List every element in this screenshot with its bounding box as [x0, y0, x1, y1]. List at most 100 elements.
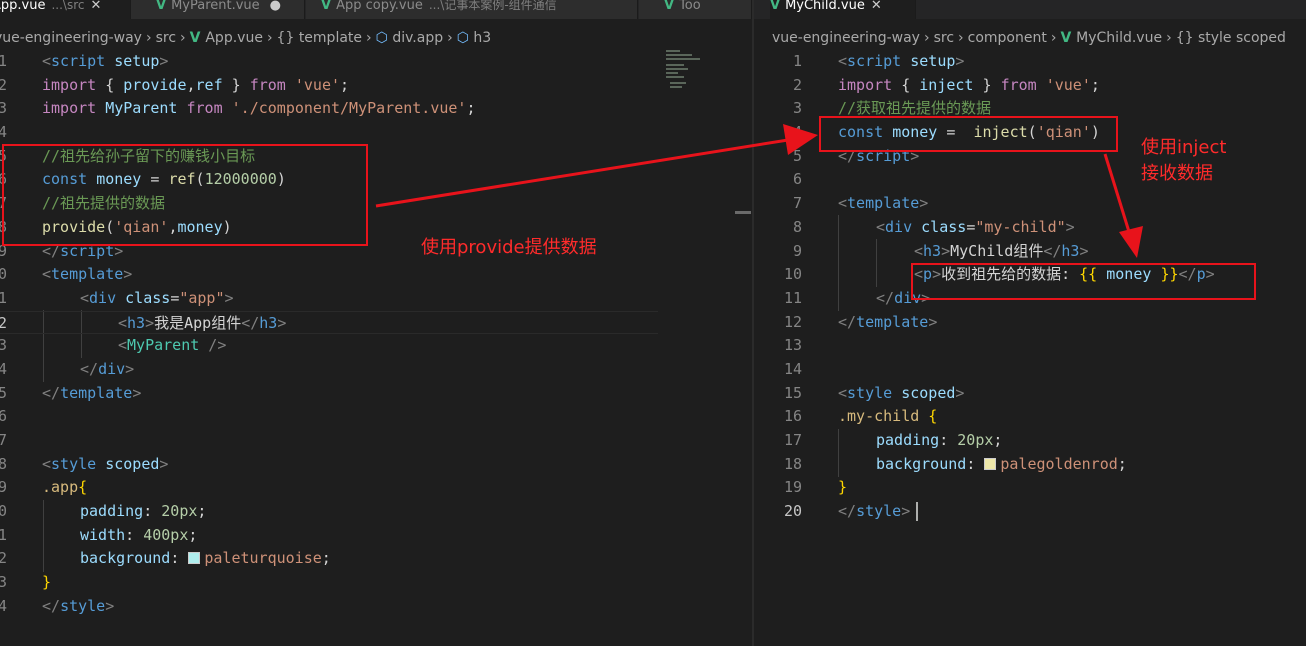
- token: >: [125, 359, 135, 378]
- color-swatch[interactable]: [984, 457, 997, 470]
- token: "app": [179, 288, 225, 307]
- breadcrumb-item[interactable]: div.app: [392, 30, 443, 46]
- token: >: [941, 241, 951, 260]
- vue-file-icon: V: [664, 0, 675, 13]
- token: import: [838, 75, 893, 94]
- breadcrumb-item[interactable]: src: [156, 30, 176, 46]
- breadcrumb-item[interactable]: h3: [473, 30, 491, 46]
- tab-overflow[interactable]: V Too: [639, 0, 752, 19]
- token: from: [1000, 75, 1037, 94]
- token: ,: [186, 75, 196, 94]
- token: 20px: [161, 502, 198, 521]
- minimap-line: [666, 68, 688, 70]
- close-icon[interactable]: ✕: [871, 0, 882, 13]
- code-line: 11 <div class="app">: [0, 287, 752, 311]
- breadcrumb-right: vue-engineering-way › src › component › V MyCh…: [772, 27, 1306, 49]
- token: :: [143, 502, 162, 521]
- line-number: 17: [783, 431, 802, 449]
- token: ;: [466, 99, 476, 118]
- breadcrumb-left: vue-engineering-way › src › V App.vue ›{} tem…: [0, 27, 752, 49]
- code-line: 15 </template>: [0, 382, 752, 406]
- editor-pane-right: V MyChild.vue ✕ vue-engineering-way › src › co…: [754, 0, 1306, 646]
- breadcrumb-item[interactable]: component: [968, 30, 1047, 46]
- token: style: [847, 383, 893, 402]
- code-line: 13: [754, 334, 1306, 358]
- breadcrumb-item[interactable]: vue-engineering-way: [0, 30, 142, 46]
- token: :: [966, 454, 985, 473]
- line-number: 24: [0, 596, 7, 615]
- minimap-line: [666, 54, 692, 56]
- token: ref: [195, 75, 223, 94]
- text-cursor: [916, 502, 918, 522]
- unsaved-dot-icon[interactable]: ●: [270, 0, 281, 13]
- minimap-line: [666, 58, 700, 60]
- token: {: [919, 407, 938, 426]
- token: from: [249, 75, 286, 94]
- chevron-right-icon: ›: [145, 30, 152, 46]
- token: inject: [919, 75, 974, 94]
- code-line: 9 <h3>MyChild组件</h3>: [754, 240, 1306, 264]
- tab-myparent-vue[interactable]: V MyParent.vue ●: [131, 0, 305, 19]
- line-number: 11: [0, 288, 7, 307]
- code-line: 14: [754, 358, 1306, 382]
- token: MyParent: [105, 99, 178, 118]
- vue-file-icon: V: [156, 0, 167, 13]
- token: <: [838, 194, 848, 213]
- token: <: [80, 288, 90, 307]
- token: >: [159, 454, 169, 473]
- token: >: [132, 383, 142, 402]
- code-editor-left[interactable]: 1 <script setup> 2 import { provide,ref } …: [0, 50, 752, 619]
- code-line: 4: [0, 121, 752, 145]
- highlight-box-money-render: [911, 263, 1256, 300]
- vue-file-icon: V: [189, 30, 206, 46]
- tab-app-vue[interactable]: App.vue ...\src ✕: [0, 0, 131, 19]
- tab-mychild-vue[interactable]: V MyChild.vue ✕: [770, 0, 916, 19]
- line-number: 10: [0, 265, 7, 284]
- breadcrumb-item[interactable]: template: [299, 30, 362, 46]
- token: >: [1079, 241, 1089, 260]
- breadcrumb-item[interactable]: style scoped: [1198, 30, 1286, 46]
- token: ;: [1117, 454, 1127, 473]
- tab-label: App.vue: [0, 0, 46, 13]
- token: 20px: [957, 431, 994, 449]
- breadcrumb-item[interactable]: App.vue: [205, 30, 263, 46]
- code-line: 16 .my-child {: [754, 405, 1306, 429]
- token: template: [847, 194, 920, 213]
- color-swatch[interactable]: [188, 552, 201, 565]
- token: <: [876, 217, 886, 236]
- tab-label: App copy.vue: [336, 0, 423, 13]
- line-number: 4: [0, 123, 7, 142]
- editor-pane-left: App.vue ...\src ✕ V MyParent.vue ● V App copy…: [0, 0, 752, 646]
- comment: //获取祖先提供的数据: [838, 99, 992, 118]
- tab-app-copy-vue[interactable]: V App copy.vue ...\记事本案例-组件通信: [306, 0, 638, 19]
- token: >: [901, 502, 911, 521]
- breadcrumb-item[interactable]: src: [934, 30, 954, 46]
- vue-file-icon: V: [1060, 30, 1077, 46]
- token: >: [919, 194, 929, 213]
- code-line-current: 12<h3>我是App组件</h3>: [0, 310, 658, 335]
- code-line: 12 </template>: [754, 311, 1306, 335]
- tab-bar-right: V MyChild.vue ✕: [754, 0, 1306, 19]
- annotation-line: 使用inject: [1141, 137, 1227, 158]
- token: ;: [188, 525, 198, 544]
- breadcrumb-item[interactable]: MyChild.vue: [1076, 30, 1162, 46]
- annotation-inject: 使用inject 接收数据: [1141, 135, 1226, 187]
- token: h3: [923, 241, 942, 260]
- token: >: [1065, 217, 1075, 236]
- minimap[interactable]: [664, 50, 712, 100]
- token: script: [51, 52, 106, 70]
- breadcrumb-item[interactable]: vue-engineering-way: [772, 30, 920, 46]
- token: ;: [1090, 75, 1100, 94]
- token: MyParent: [127, 336, 200, 355]
- token: }: [42, 573, 52, 592]
- line-number: 18: [783, 454, 802, 473]
- close-icon[interactable]: ✕: [90, 0, 101, 13]
- token: 400px: [143, 525, 189, 544]
- scrollbar-marker[interactable]: [735, 211, 751, 214]
- line-number: 18: [0, 454, 7, 473]
- token: setup: [105, 52, 160, 70]
- token: </: [876, 288, 895, 307]
